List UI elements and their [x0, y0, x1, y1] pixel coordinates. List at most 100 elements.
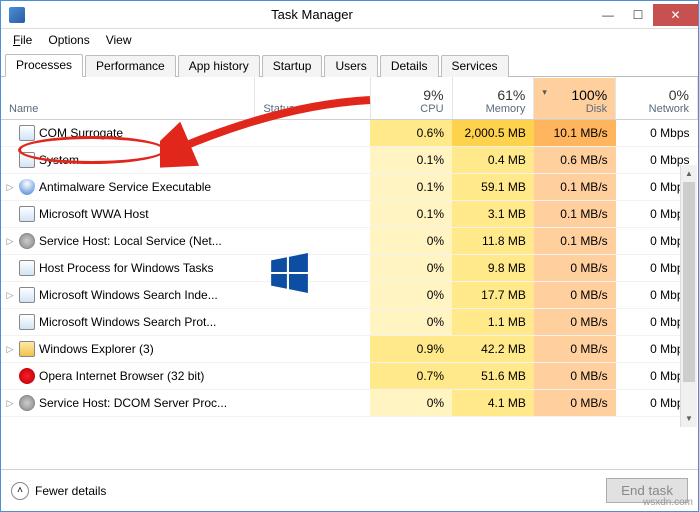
expand-icon	[5, 128, 15, 138]
memory-cell: 4.1 MB	[452, 390, 534, 417]
table-row[interactable]: COM Surrogate 0.6% 2,000.5 MB 10.1 MB/s …	[1, 120, 698, 147]
status-cell	[255, 309, 370, 336]
fewer-details-label: Fewer details	[35, 484, 106, 498]
disk-cell: 10.1 MB/s	[534, 120, 616, 147]
process-name: Microsoft Windows Search Prot...	[39, 315, 216, 329]
process-icon	[19, 314, 35, 330]
menu-options[interactable]: Options	[42, 31, 95, 49]
disk-cell: 0.1 MB/s	[534, 201, 616, 228]
col-header-memory[interactable]: 61%Memory	[452, 78, 534, 120]
scroll-up-button[interactable]: ▲	[681, 165, 697, 182]
table-row[interactable]: ▷ Antimalware Service Executable 0.1% 59…	[1, 174, 698, 201]
close-button[interactable]: ✕	[653, 4, 698, 26]
disk-cell: 0 MB/s	[534, 255, 616, 282]
tabstrip: Processes Performance App history Startu…	[1, 53, 698, 77]
app-icon	[9, 7, 25, 23]
expand-icon[interactable]: ▷	[5, 290, 15, 300]
memory-cell: 17.7 MB	[452, 282, 534, 309]
menubar: File Options View	[1, 29, 698, 51]
status-cell	[255, 363, 370, 390]
cpu-cell: 0.1%	[370, 147, 452, 174]
vertical-scrollbar[interactable]: ▲ ▼	[680, 165, 697, 427]
task-manager-window: Task Manager — ☐ ✕ File Options View Pro…	[0, 0, 699, 512]
expand-icon[interactable]: ▷	[5, 398, 15, 408]
process-table: Name Status 9%CPU 61%Memory ▾100%Disk 0%…	[1, 77, 698, 417]
table-row[interactable]: ▷ Windows Explorer (3) 0.9% 42.2 MB 0 MB…	[1, 336, 698, 363]
expand-icon	[5, 209, 15, 219]
minimize-button[interactable]: —	[593, 4, 623, 26]
table-row[interactable]: Opera Internet Browser (32 bit) 0.7% 51.…	[1, 363, 698, 390]
expand-icon[interactable]: ▷	[5, 344, 15, 354]
process-icon	[19, 368, 35, 384]
cpu-cell: 0.1%	[370, 201, 452, 228]
col-header-network[interactable]: 0%Network	[616, 78, 698, 120]
table-row[interactable]: ▷ Microsoft Windows Search Inde... 0% 17…	[1, 282, 698, 309]
process-icon	[19, 233, 35, 249]
expand-icon[interactable]: ▷	[5, 182, 15, 192]
cpu-cell: 0.6%	[370, 120, 452, 147]
col-header-status[interactable]: Status	[255, 78, 370, 120]
fewer-details-button[interactable]: ˄ Fewer details	[11, 482, 106, 500]
cpu-cell: 0%	[370, 309, 452, 336]
col-header-cpu[interactable]: 9%CPU	[370, 78, 452, 120]
process-icon	[19, 260, 35, 276]
cpu-cell: 0.9%	[370, 336, 452, 363]
status-cell	[255, 120, 370, 147]
process-name: Antimalware Service Executable	[39, 180, 211, 194]
memory-cell: 9.8 MB	[452, 255, 534, 282]
table-row[interactable]: Microsoft WWA Host 0.1% 3.1 MB 0.1 MB/s …	[1, 201, 698, 228]
status-cell	[255, 282, 370, 309]
memory-cell: 2,000.5 MB	[452, 120, 534, 147]
menu-view[interactable]: View	[100, 31, 138, 49]
tab-details[interactable]: Details	[380, 55, 439, 77]
expand-icon[interactable]: ▷	[5, 236, 15, 246]
tab-services[interactable]: Services	[441, 55, 509, 77]
cpu-cell: 0%	[370, 228, 452, 255]
cpu-cell: 0.1%	[370, 174, 452, 201]
process-icon	[19, 125, 35, 141]
footer: ˄ Fewer details End task	[1, 469, 698, 511]
col-header-name[interactable]: Name	[1, 78, 255, 120]
chevron-up-icon: ˄	[11, 482, 29, 500]
table-row[interactable]: ▷ Service Host: Local Service (Net... 0%…	[1, 228, 698, 255]
process-icon	[19, 206, 35, 222]
memory-cell: 51.6 MB	[452, 363, 534, 390]
menu-file-label: ile	[20, 33, 32, 47]
status-cell	[255, 255, 370, 282]
table-row[interactable]: ▷ Service Host: DCOM Server Proc... 0% 4…	[1, 390, 698, 417]
tab-users[interactable]: Users	[324, 55, 377, 77]
disk-cell: 0 MB/s	[534, 363, 616, 390]
process-name: Host Process for Windows Tasks	[39, 261, 214, 275]
titlebar[interactable]: Task Manager — ☐ ✕	[1, 1, 698, 29]
disk-cell: 0.1 MB/s	[534, 174, 616, 201]
process-name: Windows Explorer (3)	[39, 342, 154, 356]
cpu-cell: 0%	[370, 390, 452, 417]
status-cell	[255, 336, 370, 363]
menu-file[interactable]: File	[7, 31, 38, 49]
memory-cell: 1.1 MB	[452, 309, 534, 336]
table-row[interactable]: System 0.1% 0.4 MB 0.6 MB/s 0 Mbps	[1, 147, 698, 174]
memory-cell: 0.4 MB	[452, 147, 534, 174]
disk-cell: 0 MB/s	[534, 282, 616, 309]
tab-performance[interactable]: Performance	[85, 55, 176, 77]
tab-processes[interactable]: Processes	[5, 54, 83, 77]
process-name: Microsoft WWA Host	[39, 207, 149, 221]
process-icon	[19, 395, 35, 411]
col-header-disk[interactable]: ▾100%Disk	[534, 78, 616, 120]
tab-app-history[interactable]: App history	[178, 55, 260, 77]
network-cell: 0 Mbps	[616, 120, 698, 147]
disk-cell: 0 MB/s	[534, 390, 616, 417]
memory-cell: 59.1 MB	[452, 174, 534, 201]
status-cell	[255, 201, 370, 228]
tab-startup[interactable]: Startup	[262, 55, 323, 77]
scroll-thumb[interactable]	[683, 182, 695, 382]
disk-cell: 0.1 MB/s	[534, 228, 616, 255]
maximize-button[interactable]: ☐	[623, 4, 653, 26]
scroll-down-button[interactable]: ▼	[681, 410, 697, 427]
table-row[interactable]: Microsoft Windows Search Prot... 0% 1.1 …	[1, 309, 698, 336]
table-row[interactable]: Host Process for Windows Tasks 0% 9.8 MB…	[1, 255, 698, 282]
disk-cell: 0.6 MB/s	[534, 147, 616, 174]
expand-icon	[5, 263, 15, 273]
cpu-cell: 0.7%	[370, 363, 452, 390]
memory-cell: 42.2 MB	[452, 336, 534, 363]
